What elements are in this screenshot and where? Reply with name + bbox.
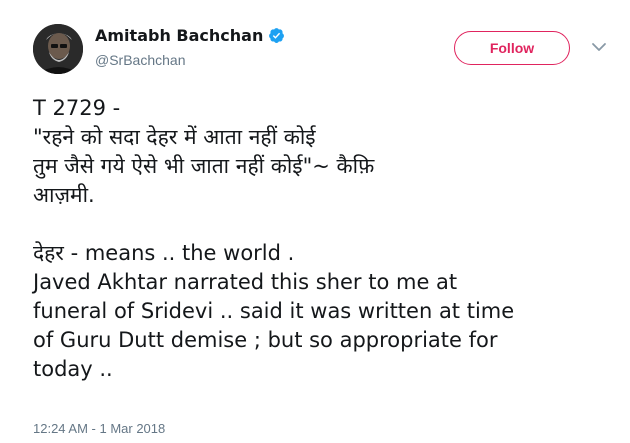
chevron-down-icon[interactable] (591, 38, 607, 51)
tweet-line: funeral of Sridevi .. said it was writte… (33, 299, 515, 323)
verified-badge-icon (268, 27, 285, 44)
tweet-line: तुम जैसे गये ऐसे भी जाता नहीं कोई"~ कैफ़… (33, 154, 375, 178)
tweet-line: today .. (33, 357, 113, 381)
follow-button[interactable]: Follow (454, 31, 570, 65)
tweet-card: Amitabh Bachchan @SrBachchan Follow T 27… (0, 0, 630, 443)
avatar[interactable] (33, 24, 83, 74)
tweet-line: आज़मी. (33, 183, 95, 207)
tweet-text: T 2729 - "रहने को सदा देहर में आता नहीं … (33, 94, 605, 384)
author-display-name[interactable]: Amitabh Bachchan (95, 26, 263, 45)
author-handle[interactable]: @SrBachchan (95, 52, 185, 68)
tweet-line: देहर - means .. the world . (33, 241, 295, 265)
tweet-line: T 2729 - (33, 96, 121, 120)
tweet-timestamp[interactable]: 12:24 AM - 1 Mar 2018 (33, 421, 165, 436)
tweet-line: of Guru Dutt demise ; but so appropriate… (33, 328, 498, 352)
author-row: Amitabh Bachchan (95, 26, 285, 45)
paragraph-break (33, 210, 605, 239)
tweet-line: Javed Akhtar narrated this sher to me at (33, 270, 458, 294)
tweet-line: "रहने को सदा देहर में आता नहीं कोई (33, 125, 316, 149)
